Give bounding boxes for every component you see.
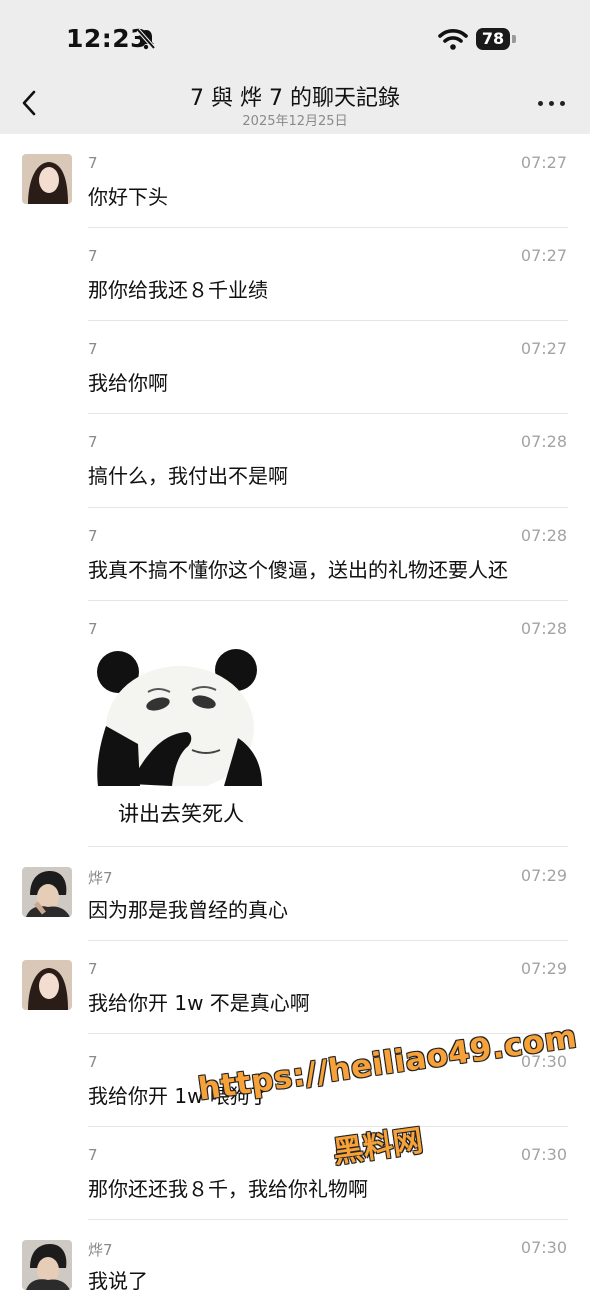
message-text: 那你给我还８千业绩 (88, 278, 268, 302)
message-text: 因为那是我曾经的真心 (88, 898, 288, 922)
sender-name: 7 (88, 960, 98, 978)
sender-name: 7 (88, 247, 98, 265)
message-text: 搞什么，我付出不是啊 (88, 464, 288, 488)
wifi-icon (438, 29, 468, 50)
message-time: 07:27 (520, 246, 567, 265)
message-time: 07:28 (520, 432, 567, 451)
sender-name: 7 (88, 433, 98, 451)
sender-name: 烨7 (88, 869, 113, 887)
message-divider (88, 846, 568, 847)
message-text: 我给你啊 (88, 371, 168, 395)
more-options-icon[interactable] (538, 98, 566, 108)
message-text: 那你还还我８千，我给你礼物啊 (88, 1177, 368, 1201)
sender-name: 7 (88, 154, 98, 172)
sender-name: 7 (88, 1053, 98, 1071)
sender-name: 烨7 (88, 1241, 113, 1259)
message-time: 07:27 (520, 153, 567, 172)
message-divider (88, 227, 568, 228)
message-time: 07:28 (520, 526, 567, 545)
message-text: 我真不搞不懂你这个傻逼，送出的礼物还要人还 (88, 558, 508, 582)
message-divider (88, 413, 568, 414)
message-divider (88, 940, 568, 941)
message-divider (88, 320, 568, 321)
bell-muted-icon (136, 28, 156, 50)
battery-icon: 78 (476, 28, 510, 50)
message-divider (88, 507, 568, 508)
sender-name: 7 (88, 527, 98, 545)
message-time: 07:29 (520, 866, 567, 885)
message-divider (88, 1126, 568, 1127)
battery-tip (512, 35, 516, 43)
message-time: 07:29 (520, 959, 567, 978)
message-time: 07:27 (520, 339, 567, 358)
message-text: 你好下头 (88, 185, 168, 209)
nav-bar: 7 與 烨 7 的聊天記錄 2025年12月25日 (0, 72, 590, 134)
panda-meme-sticker[interactable] (88, 646, 264, 786)
avatar[interactable] (22, 960, 72, 1010)
page-title: 7 與 烨 7 的聊天記錄 (190, 86, 400, 111)
message-time: 07:30 (520, 1238, 567, 1257)
message-time: 07:28 (520, 619, 567, 638)
avatar[interactable] (22, 1240, 72, 1290)
sticker-caption: 讲出去笑死人 (118, 802, 244, 826)
message-text: 我给你开 1w 不是真心啊 (88, 991, 310, 1015)
message-divider (88, 1219, 568, 1220)
status-bar: 12:23 78 (0, 0, 590, 72)
message-divider (88, 600, 568, 601)
sender-name: 7 (88, 620, 98, 638)
avatar[interactable] (22, 867, 72, 917)
message-time: 07:30 (520, 1145, 567, 1164)
sender-name: 7 (88, 1146, 98, 1164)
page-date: 2025年12月25日 (242, 114, 348, 129)
avatar[interactable] (22, 154, 72, 204)
sender-name: 7 (88, 340, 98, 358)
watermark-site: 黑料网 (331, 1123, 426, 1171)
